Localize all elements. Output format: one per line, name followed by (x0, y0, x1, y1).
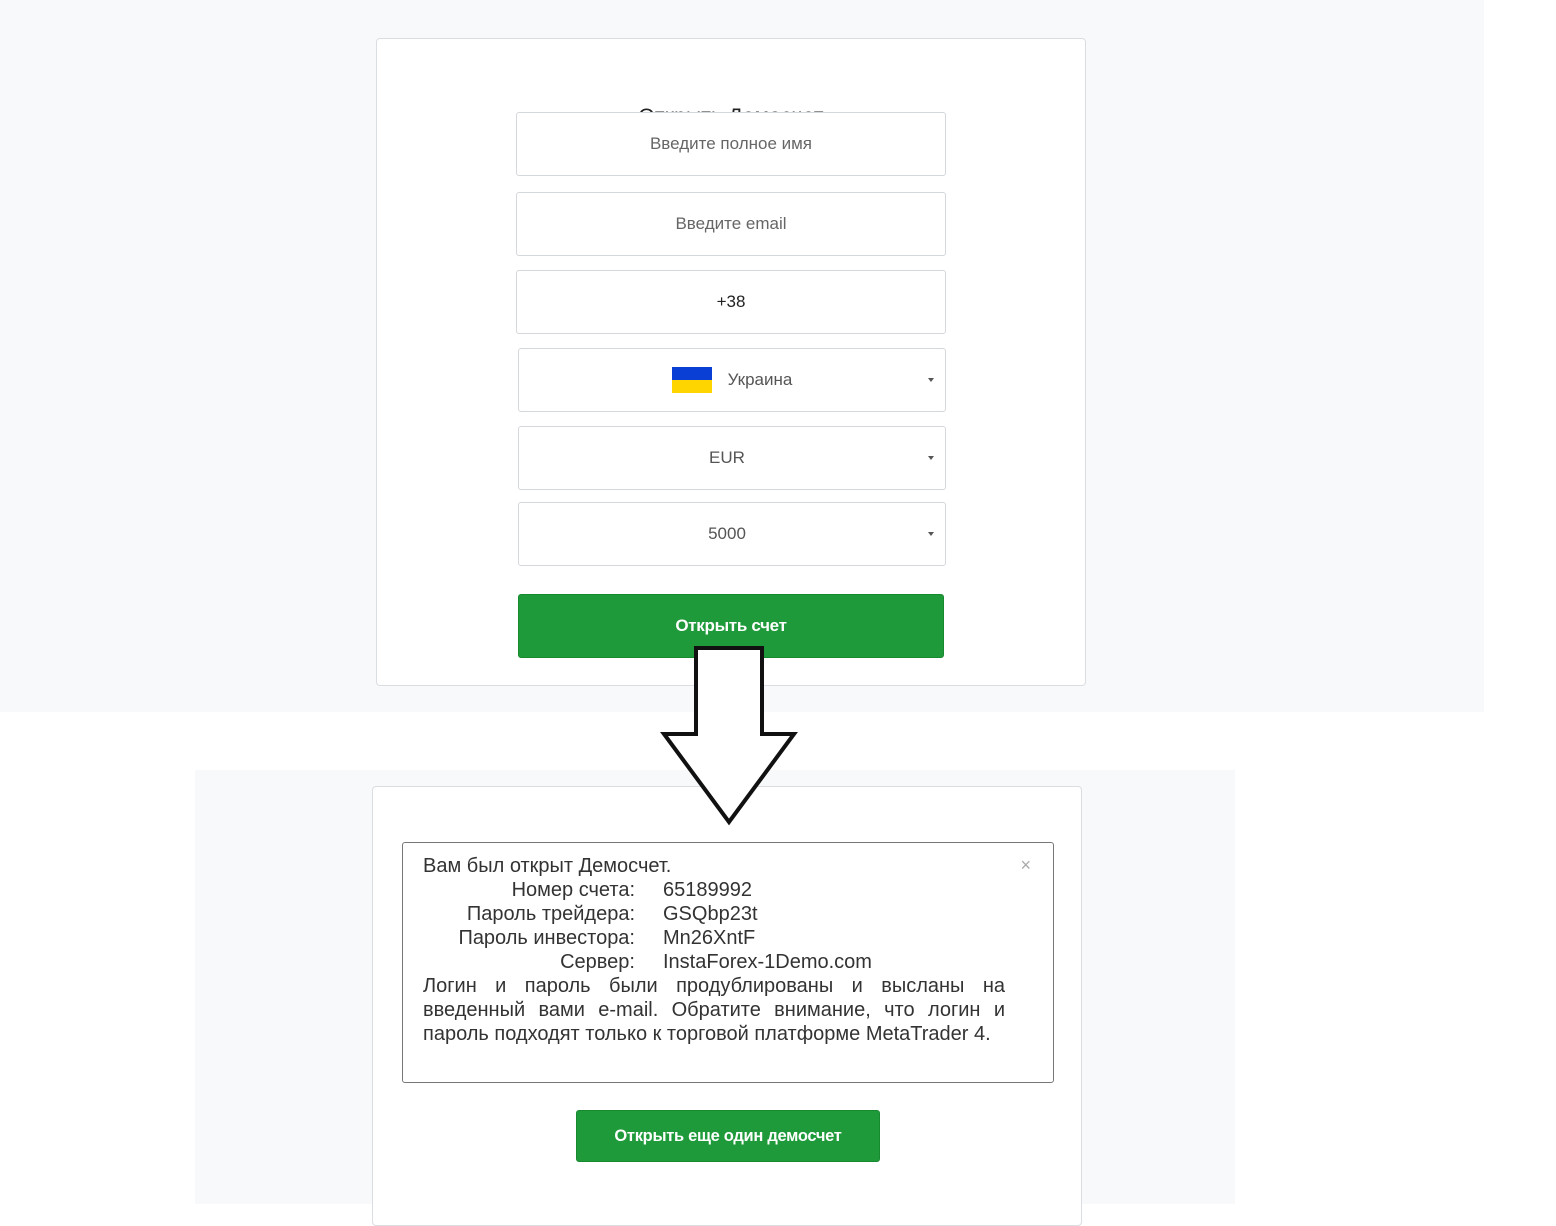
trader-password-row: Пароль трейдера: GSQbp23t (423, 902, 1005, 926)
row-label: Номер счета: (511, 879, 635, 901)
open-another-demo-button[interactable]: Открыть еще один демосчет (576, 1110, 880, 1162)
server-row: Сервер: InstaForex-1Demo.com (423, 950, 1005, 974)
deposit-select-value: 5000 (708, 524, 746, 543)
chevron-down-icon (928, 378, 934, 382)
phone-field[interactable] (516, 270, 946, 334)
server-value: InstaForex-1Demo.com (663, 951, 872, 973)
email-field[interactable] (516, 192, 946, 256)
currency-select-value: EUR (709, 448, 745, 467)
close-icon[interactable]: × (1020, 855, 1031, 875)
alert-heading: Вам был открыт Демосчет. (423, 855, 672, 877)
currency-select[interactable]: EUR (518, 426, 946, 490)
country-select[interactable]: Украина (518, 348, 946, 412)
phone-input[interactable] (517, 270, 945, 334)
account-number-row: Номер счета: 65189992 (423, 878, 1005, 902)
full-name-input[interactable] (517, 112, 945, 176)
account-number-value: 65189992 (663, 879, 752, 901)
chevron-down-icon (928, 456, 934, 460)
email-input[interactable] (517, 192, 945, 256)
alert-note: Логин и пароль были продублированы и выс… (423, 975, 1005, 1045)
full-name-field[interactable] (516, 112, 946, 176)
deposit-select[interactable]: 5000 (518, 502, 946, 566)
row-label: Пароль трейдера: (466, 903, 635, 925)
investor-password-value: Mn26XntF (663, 927, 756, 949)
chevron-down-icon (928, 532, 934, 536)
success-alert: × Вам был открыт Демосчет. Номер счета: … (402, 842, 1054, 1083)
ukraine-flag-icon (671, 367, 712, 393)
row-label: Пароль инвестора: (458, 927, 635, 949)
row-label: Сервер: (560, 951, 635, 973)
investor-password-row: Пароль инвестора: Mn26XntF (423, 926, 1005, 950)
country-select-value: Украина (727, 370, 793, 389)
down-arrow-icon (660, 646, 798, 826)
trader-password-value: GSQbp23t (663, 903, 758, 925)
